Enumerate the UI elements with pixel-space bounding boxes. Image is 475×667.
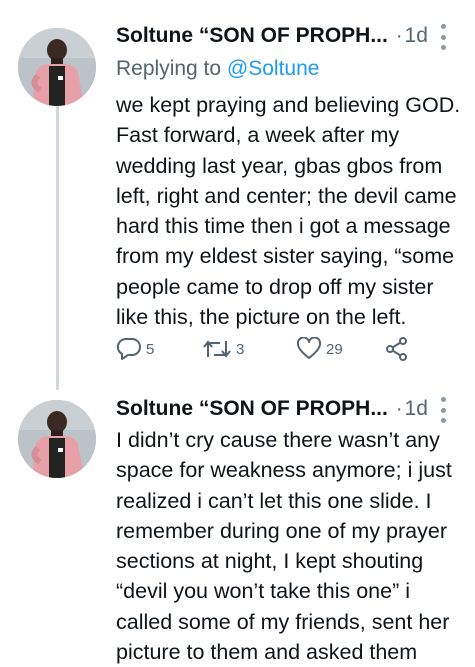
timestamp[interactable]: 1d bbox=[405, 24, 428, 48]
like-count: 29 bbox=[326, 340, 343, 358]
tweet-header: Soltune “SON OF PROPH... ·1d bbox=[116, 24, 465, 54]
separator-dot: · bbox=[395, 24, 403, 47]
tweet-text: we kept praying and believing GOD. Fast … bbox=[116, 93, 461, 330]
retweet-count: 3 bbox=[236, 340, 245, 358]
tweet-actions: 5 3 29 bbox=[116, 337, 475, 367]
share-icon bbox=[386, 337, 407, 361]
like-button[interactable]: 29 bbox=[296, 337, 343, 361]
thread-connector bbox=[56, 100, 59, 390]
share-button[interactable] bbox=[384, 337, 410, 361]
more-icon[interactable] bbox=[439, 397, 447, 423]
timestamp[interactable]: 1d bbox=[405, 397, 428, 421]
retweet-button[interactable]: 3 bbox=[202, 337, 244, 361]
replying-handle-link[interactable]: @Soltune bbox=[227, 57, 320, 80]
retweet-icon bbox=[203, 340, 231, 358]
separator-dot: · bbox=[395, 397, 403, 420]
tweet[interactable]: Soltune “SON OF PROPH... ·1d I didn’t cry… bbox=[0, 385, 475, 664]
avatar[interactable] bbox=[18, 400, 96, 478]
author-name[interactable]: Soltune “SON OF PROPH... bbox=[116, 24, 388, 48]
replying-to: Replying to @Soltune bbox=[116, 57, 319, 81]
heart-icon bbox=[296, 337, 322, 359]
tweet-text: I didn’t cry cause there wasn’t any spac… bbox=[116, 428, 452, 665]
reply-button[interactable]: 5 bbox=[116, 337, 154, 361]
tweet-header: Soltune “SON OF PROPH... ·1d bbox=[116, 397, 465, 427]
reply-count: 5 bbox=[146, 340, 155, 358]
author-name[interactable]: Soltune “SON OF PROPH... bbox=[116, 397, 388, 421]
avatar[interactable] bbox=[18, 28, 96, 106]
replying-prefix: Replying to bbox=[116, 57, 222, 80]
reply-icon bbox=[116, 337, 141, 360]
more-icon[interactable] bbox=[439, 24, 447, 50]
tweet[interactable]: Soltune “SON OF PROPH... ·1d Replying to … bbox=[0, 0, 475, 390]
